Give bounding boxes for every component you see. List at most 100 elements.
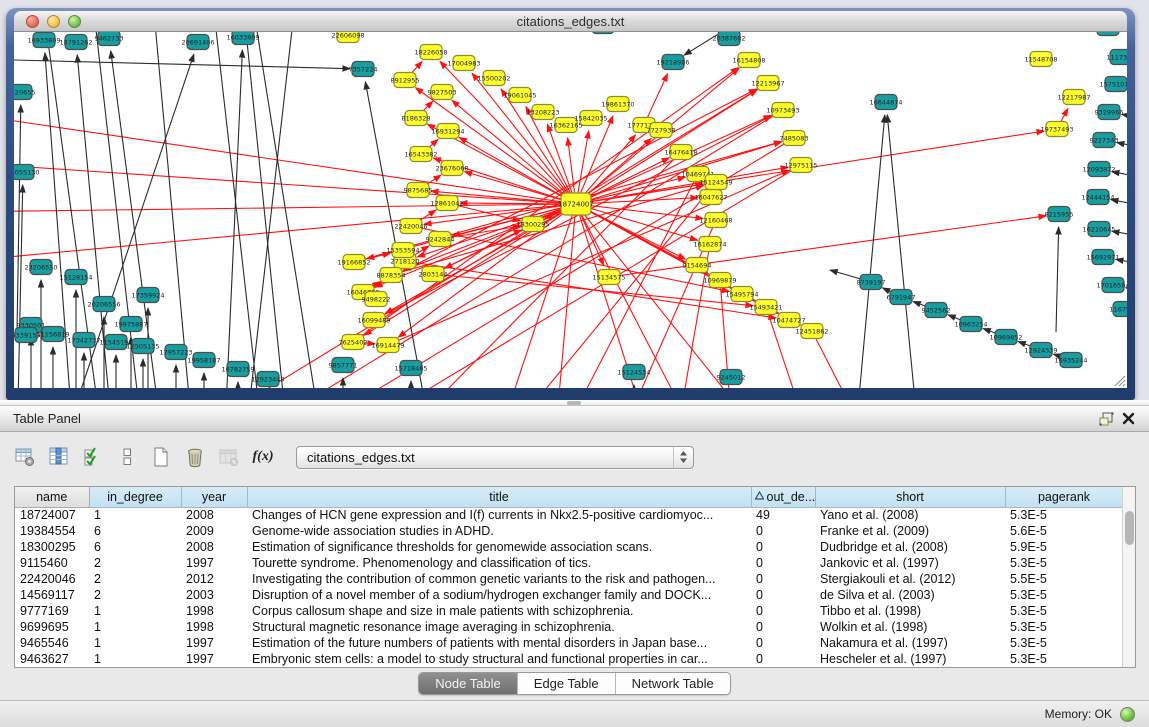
table-cell[interactable]: 2012	[181, 571, 247, 587]
tab-edge-table[interactable]: Edge Table	[518, 673, 616, 694]
resize-grip-icon[interactable]	[1112, 373, 1126, 387]
table-cell[interactable]: 9777169	[15, 603, 89, 619]
table-row[interactable]: 977716911998Corpus callosum shape and si…	[15, 603, 1123, 619]
table-cell[interactable]: 0	[751, 539, 815, 555]
table-cell[interactable]: 5.3E-5	[1005, 619, 1123, 635]
table-cell[interactable]: 5.9E-5	[1005, 539, 1123, 555]
row-boxes-icon[interactable]	[112, 443, 142, 471]
table-cell[interactable]: 0	[751, 523, 815, 539]
table-cell[interactable]: 2008	[181, 507, 247, 523]
table-cell[interactable]: 2003	[181, 587, 247, 603]
window-titlebar[interactable]: citations_edges.txt	[14, 11, 1127, 32]
function-builder-icon[interactable]: f(x)	[248, 443, 278, 471]
table-cell[interactable]: 18300295	[15, 539, 89, 555]
table-cell[interactable]: 9115460	[15, 555, 89, 571]
table-cell[interactable]: 9465546	[15, 635, 89, 651]
table-cell[interactable]: 2008	[181, 539, 247, 555]
table-row[interactable]: 1830029562008Estimation of significance …	[15, 539, 1123, 555]
table-cell[interactable]: 14569117	[15, 587, 89, 603]
table-cell[interactable]: 5.5E-5	[1005, 571, 1123, 587]
table-cell[interactable]: 1998	[181, 619, 247, 635]
table-cell[interactable]: 1	[89, 651, 181, 667]
table-cell[interactable]: 0	[751, 603, 815, 619]
table-cell[interactable]: 5.6E-5	[1005, 523, 1123, 539]
table-cell[interactable]: 1997	[181, 635, 247, 651]
column-header-short[interactable]: short	[815, 487, 1005, 507]
table-cell[interactable]: de Silva et al. (2003)	[815, 587, 1005, 603]
table-cell[interactable]: 5.3E-5	[1005, 651, 1123, 667]
graph-node[interactable]	[592, 32, 614, 34]
close-panel-icon[interactable]	[1117, 409, 1139, 429]
table-cell[interactable]: 1	[89, 507, 181, 523]
table-cell[interactable]: Estimation of significance thresholds fo…	[247, 539, 751, 555]
zoom-window-icon[interactable]	[68, 15, 81, 28]
table-cell[interactable]: 1	[89, 603, 181, 619]
network-canvas[interactable]: 1872400718226058891295598275038186328169…	[14, 32, 1127, 388]
table-cell[interactable]: 1	[89, 635, 181, 651]
column-header-in_degree[interactable]: in_degree	[89, 487, 181, 507]
table-cell[interactable]: Hescheler et al. (1997)	[815, 651, 1005, 667]
table-cell[interactable]: 1997	[181, 555, 247, 571]
table-cell[interactable]: 6	[89, 539, 181, 555]
table-cell[interactable]: Estimation of the future numbers of pati…	[247, 635, 751, 651]
table-cell[interactable]: 9463627	[15, 651, 89, 667]
table-cell[interactable]: Dudbridge et al. (2008)	[815, 539, 1005, 555]
table-cell[interactable]: 0	[751, 635, 815, 651]
splitter-handle[interactable]	[567, 401, 581, 405]
table-cell[interactable]: 0	[751, 571, 815, 587]
table-row[interactable]: 1872400712008Changes of HCN gene express…	[15, 507, 1123, 523]
table-cell[interactable]: 19384554	[15, 523, 89, 539]
close-window-icon[interactable]	[26, 15, 39, 28]
table-cell[interactable]: Franke et al. (2009)	[815, 523, 1005, 539]
network-selector-dropdown[interactable]: citations_edges.txt	[296, 446, 694, 469]
trash-icon[interactable]	[180, 443, 210, 471]
tab-network-table[interactable]: Network Table	[616, 673, 730, 694]
table-row[interactable]: 1456911722003Disruption of a novel membe…	[15, 587, 1123, 603]
table-cell[interactable]: Tibbo et al. (1998)	[815, 603, 1005, 619]
table-cell[interactable]: 2	[89, 571, 181, 587]
table-cell[interactable]: 1	[89, 619, 181, 635]
table-cell[interactable]: Genome-wide association studies in ADHD.	[247, 523, 751, 539]
table-row[interactable]: 946362711997Embryonic stem cells: a mode…	[15, 651, 1123, 667]
table-cell[interactable]: Stergiakouli et al. (2012)	[815, 571, 1005, 587]
table-cell[interactable]: 22420046	[15, 571, 89, 587]
table-cell[interactable]: Embryonic stem cells: a model to study s…	[247, 651, 751, 667]
table-settings-icon[interactable]	[10, 443, 40, 471]
table-column-icon[interactable]	[44, 443, 74, 471]
new-document-icon[interactable]	[146, 443, 176, 471]
table-row[interactable]: 2242004622012Investigating the contribut…	[15, 571, 1123, 587]
table-cell[interactable]: 6	[89, 523, 181, 539]
table-cell[interactable]: 1998	[181, 603, 247, 619]
table-cell[interactable]: Structural magnetic resonance image aver…	[247, 619, 751, 635]
table-cell[interactable]: 0	[751, 555, 815, 571]
scrollbar-thumb[interactable]	[1125, 511, 1134, 545]
table-row[interactable]: 1938455462009Genome-wide association stu…	[15, 523, 1123, 539]
column-header-out_de[interactable]: out_de...	[751, 487, 815, 507]
table-row[interactable]: 911546021997Tourette syndrome. Phenomeno…	[15, 555, 1123, 571]
table-cell[interactable]: 49	[751, 507, 815, 523]
table-cell[interactable]: 9699695	[15, 619, 89, 635]
memory-ok-indicator-icon[interactable]	[1120, 707, 1135, 722]
table-cell[interactable]: 5.3E-5	[1005, 507, 1123, 523]
float-panel-icon[interactable]	[1095, 409, 1117, 429]
table-cell[interactable]: Tourette syndrome. Phenomenology and cla…	[247, 555, 751, 571]
table-cell[interactable]: 0	[751, 587, 815, 603]
table-cell[interactable]: Investigating the contribution of common…	[247, 571, 751, 587]
table-cell[interactable]: Wolkin et al. (1998)	[815, 619, 1005, 635]
table-cell[interactable]: Disruption of a novel member of a sodium…	[247, 587, 751, 603]
table-cell[interactable]: 5.3E-5	[1005, 587, 1123, 603]
table-cell[interactable]: 0	[751, 651, 815, 667]
table-cell[interactable]: 2	[89, 555, 181, 571]
table-row[interactable]: 969969511998Structural magnetic resonanc…	[15, 619, 1123, 635]
minimize-window-icon[interactable]	[47, 15, 60, 28]
table-cell[interactable]: 5.3E-5	[1005, 603, 1123, 619]
table-row[interactable]: 946554611997Estimation of the future num…	[15, 635, 1123, 651]
graph-node[interactable]	[1097, 32, 1119, 36]
table-cell[interactable]: 5.3E-5	[1005, 635, 1123, 651]
table-cell[interactable]: 2	[89, 587, 181, 603]
tab-node-table[interactable]: Node Table	[419, 673, 518, 694]
select-checks-icon[interactable]	[78, 443, 108, 471]
table-cell[interactable]: 5.3E-5	[1005, 555, 1123, 571]
column-header-title[interactable]: title	[247, 487, 751, 507]
column-header-pagerank[interactable]: pagerank	[1005, 487, 1123, 507]
